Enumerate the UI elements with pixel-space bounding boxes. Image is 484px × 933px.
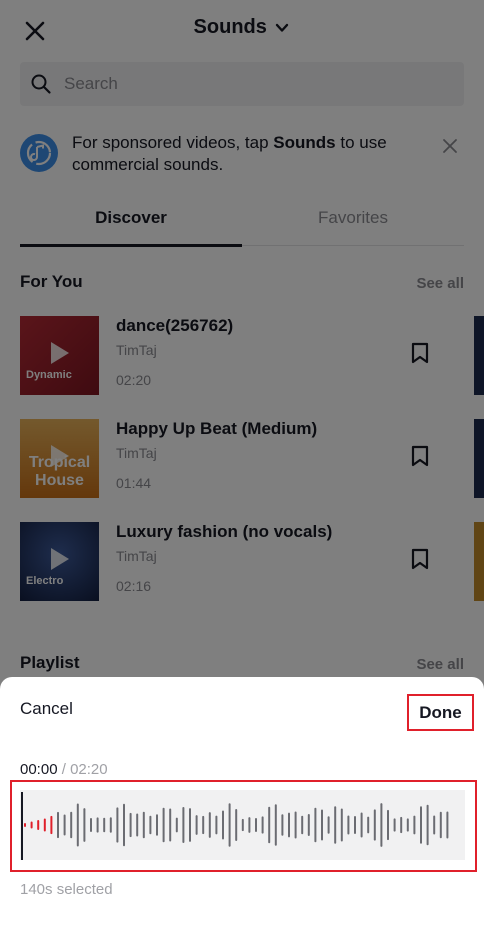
trim-sound-sheet: Cancel Done 00:00 / 02:20 140s selected: [0, 677, 484, 933]
sound-picker-screen: Sounds For sponsored videos, tap Sounds …: [0, 0, 484, 933]
waveform-track[interactable]: [20, 790, 465, 860]
playhead-handle[interactable]: [21, 792, 23, 860]
done-button[interactable]: Done: [407, 694, 474, 731]
time-readout: 00:00 / 02:20: [20, 761, 108, 778]
cancel-button[interactable]: Cancel: [20, 699, 73, 719]
waveform-icon: [24, 803, 449, 847]
time-separator: /: [57, 761, 71, 778]
selection-length-text: 140s selected: [20, 881, 113, 898]
waveform-selection-frame: [10, 780, 477, 872]
total-time: 02:20: [70, 761, 108, 778]
current-time: 00:00: [20, 761, 58, 778]
